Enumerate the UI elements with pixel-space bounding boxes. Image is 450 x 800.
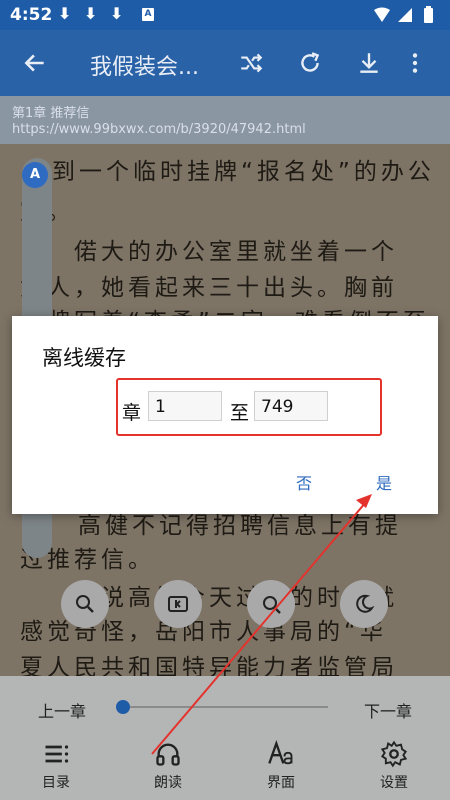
replace-button[interactable] (247, 580, 295, 628)
wifi-icon (374, 7, 390, 22)
auto-page-icon (168, 596, 188, 612)
download-icon: ⬇ (84, 4, 98, 23)
nav-label: 目录 (42, 775, 70, 791)
app-bar: 我假装会... (0, 30, 450, 96)
bottom-controls: 上一章 下一章 目录 朗读 界面 设置 (0, 676, 450, 800)
nav-interface[interactable]: 界面 (241, 736, 321, 794)
refresh-icon[interactable] (297, 50, 323, 76)
shuffle-icon[interactable] (238, 50, 264, 76)
next-chapter-button[interactable]: 下一章 (364, 698, 412, 722)
download-icon: ⬇ (58, 4, 72, 23)
find-replace-icon (263, 596, 281, 614)
offline-cache-dialog: 离线缓存 章 1 至 749 否 是 (12, 316, 438, 514)
text-line: 女人，她看起来三十出头。胸前 (20, 275, 398, 301)
to-chapter-input[interactable]: 749 (254, 391, 328, 421)
battery-icon (424, 8, 433, 23)
signal-icon (398, 8, 412, 22)
chapter-label: 章 (122, 402, 142, 424)
download-icon: ⬇ (110, 4, 124, 23)
slider-thumb[interactable] (116, 700, 130, 714)
dialog-title: 离线缓存 (42, 346, 126, 370)
night-mode-button[interactable] (340, 580, 388, 628)
search-icon (76, 595, 94, 613)
no-button[interactable]: 否 (296, 470, 312, 494)
yes-button[interactable]: 是 (376, 470, 392, 494)
nav-contents[interactable]: 目录 (16, 736, 96, 794)
nav-read-aloud[interactable]: 朗读 (128, 736, 208, 794)
headphones-icon (156, 743, 180, 766)
a-notification-icon: A (142, 8, 154, 21)
gear-icon (380, 740, 408, 768)
chapter-title: 第1章 推荐信 (12, 106, 90, 121)
text-line: 到一个临时挂牌“报名处”的办公 (52, 159, 435, 185)
auto-page-button[interactable] (154, 580, 202, 628)
download-icon[interactable] (356, 50, 382, 76)
status-bar: 4:52 ⬇ ⬇ ⬇ A (0, 0, 450, 30)
chapter-url: https://www.99bxwx.com/b/3920/47942.html (12, 122, 306, 137)
chapter-progress-slider[interactable] (116, 700, 328, 714)
system-status-icons (374, 6, 433, 23)
font-aa-icon (268, 740, 293, 765)
nav-label: 朗读 (154, 775, 182, 791)
chapter-header: 第1章 推荐信 https://www.99bxwx.com/b/3920/47… (0, 96, 450, 144)
more-vert-icon[interactable] (410, 50, 420, 76)
menu-list-icon (45, 745, 69, 763)
text-line: 偌大的办公室里就坐着一个 (20, 239, 398, 265)
back-arrow-icon[interactable] (22, 50, 48, 76)
from-chapter-input[interactable]: 1 (148, 391, 222, 421)
search-button[interactable] (61, 580, 109, 628)
moon-icon (356, 594, 375, 613)
book-title: 我假装会... (90, 55, 199, 80)
nav-label: 界面 (267, 775, 295, 791)
nav-settings[interactable]: 设置 (354, 736, 434, 794)
auto-brightness-icon[interactable]: A (22, 162, 48, 188)
status-time: 4:52 (10, 5, 53, 25)
to-label: 至 (230, 402, 250, 424)
nav-label: 设置 (380, 775, 408, 791)
prev-chapter-button[interactable]: 上一章 (38, 698, 86, 722)
